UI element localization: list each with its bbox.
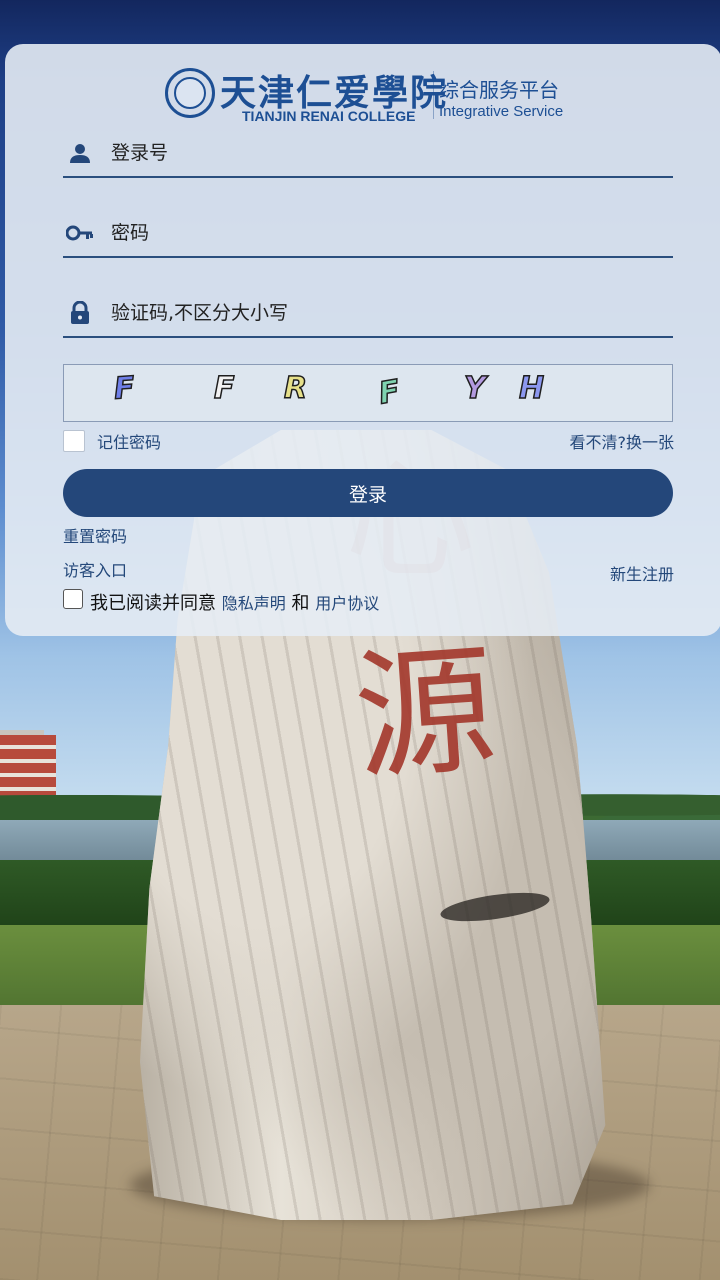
password-input[interactable]: [111, 216, 651, 250]
school-name-en: TIANJIN RENAI COLLEGE: [242, 108, 416, 124]
agreement-checkbox[interactable]: [63, 589, 83, 609]
captcha-char: R: [283, 370, 310, 407]
new-student-register-link[interactable]: 新生注册: [610, 561, 674, 585]
logo-divider: [433, 71, 434, 119]
captcha-char: F: [112, 370, 138, 408]
username-field: [63, 130, 673, 178]
captcha-field: [63, 290, 673, 338]
user-agreement-link[interactable]: 用户协议: [315, 594, 379, 613]
stone-carving: 源: [349, 628, 501, 801]
college-seal-icon: [165, 68, 215, 118]
agreement-text: 我已阅读并同意 隐私声明 和 用户协议: [90, 589, 379, 615]
lock-icon: [65, 300, 95, 326]
captcha-char: H: [518, 370, 547, 407]
privacy-link[interactable]: 隐私声明: [222, 594, 286, 613]
captcha-image[interactable]: F F R F Y H: [63, 364, 673, 422]
remember-password-checkbox[interactable]: [63, 430, 85, 452]
guest-entry-link[interactable]: 访客入口: [63, 557, 127, 581]
key-icon: [65, 220, 95, 246]
captcha-char: Y: [463, 370, 488, 407]
login-card: 天津仁爱學院 TIANJIN RENAI COLLEGE 综合服务平台 Inte…: [5, 44, 720, 636]
captcha-char: F: [213, 370, 237, 407]
login-button[interactable]: 登录: [63, 469, 673, 517]
user-icon: [65, 140, 95, 166]
reset-password-link[interactable]: 重置密码: [63, 523, 127, 547]
platform-name-cn: 综合服务平台: [439, 78, 559, 102]
platform-name-en: Integrative Service: [439, 103, 564, 120]
remember-password-label[interactable]: 记住密码: [97, 429, 161, 453]
college-logo: 天津仁爱學院 TIANJIN RENAI COLLEGE 综合服务平台 Inte…: [165, 66, 585, 128]
password-field: [63, 210, 673, 258]
agreement-and: 和: [291, 593, 310, 614]
captcha-input[interactable]: [111, 296, 651, 330]
agreement-prefix: 我已阅读并同意: [90, 593, 216, 614]
captcha-char: F: [375, 373, 405, 413]
username-input[interactable]: [111, 136, 651, 170]
refresh-captcha-link[interactable]: 看不清?换一张: [570, 429, 675, 453]
